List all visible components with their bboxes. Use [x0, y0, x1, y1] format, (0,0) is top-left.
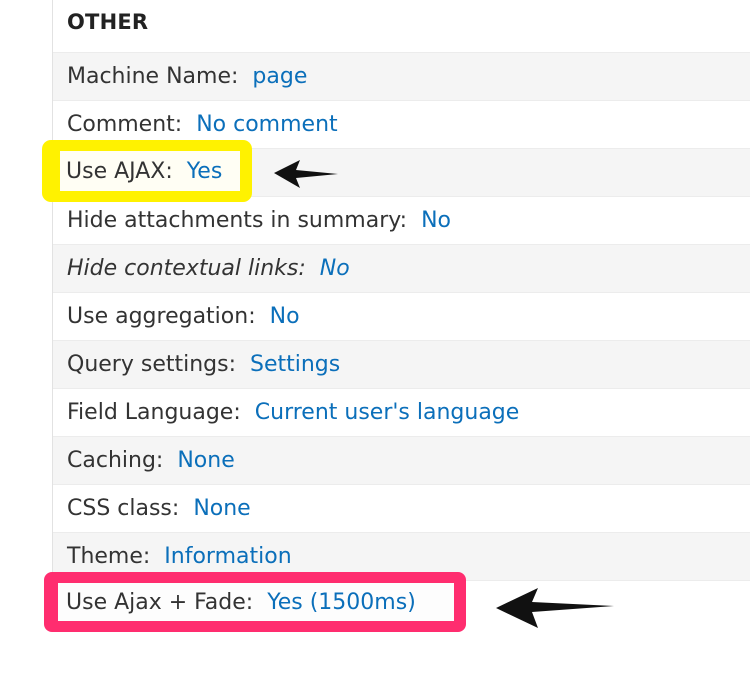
setting-row-hide-attachments: Hide attachments in summary: No: [53, 196, 750, 244]
setting-value-link[interactable]: No comment: [196, 112, 337, 137]
setting-value-link[interactable]: Settings: [250, 352, 340, 377]
setting-label: Field Language:: [67, 400, 241, 425]
setting-row-css-class: CSS class: None: [53, 484, 750, 532]
setting-label: Use aggregation:: [67, 304, 256, 329]
setting-label: Hide attachments in summary:: [67, 208, 408, 233]
setting-value-link[interactable]: No: [320, 256, 350, 281]
setting-value-link[interactable]: Information: [164, 544, 291, 569]
setting-row-hide-contextual-links: Hide contextual links: No: [53, 244, 750, 292]
setting-label: Use Ajax + Fade:: [66, 589, 254, 615]
highlighted-setting-use-ajax: Use AJAX: Yes: [66, 151, 222, 191]
setting-value-link[interactable]: No: [421, 208, 451, 233]
setting-label: Hide contextual links:: [67, 256, 306, 281]
setting-label: Comment:: [67, 112, 183, 137]
setting-row-field-language: Field Language: Current user's language: [53, 388, 750, 436]
setting-label: Machine Name:: [67, 64, 239, 89]
setting-label: Theme:: [67, 544, 151, 569]
left-arrow-icon: [274, 160, 338, 188]
setting-row-use-aggregation: Use aggregation: No: [53, 292, 750, 340]
setting-value-link[interactable]: None: [177, 448, 234, 473]
left-arrow-icon: [496, 588, 614, 628]
setting-label: Use AJAX:: [66, 158, 173, 184]
setting-label: CSS class:: [67, 496, 180, 521]
setting-value-link[interactable]: Yes: [187, 159, 223, 184]
setting-row-caching: Caching: None: [53, 436, 750, 484]
section-title: OTHER: [67, 10, 149, 34]
setting-value-link[interactable]: No: [270, 304, 300, 329]
setting-row-machine-name: Machine Name: page: [53, 52, 750, 100]
views-other-settings-panel: OTHER Machine Name: page Comment: No com…: [52, 0, 750, 628]
setting-value-link[interactable]: Current user's language: [255, 400, 520, 425]
highlighted-setting-use-ajax-fade: Use Ajax + Fade: Yes (1500ms): [66, 583, 416, 621]
setting-label: Query settings:: [67, 352, 236, 377]
setting-value-link[interactable]: page: [252, 64, 307, 89]
setting-label: Caching:: [67, 448, 164, 473]
setting-value-link[interactable]: None: [193, 496, 250, 521]
setting-row-query-settings: Query settings: Settings: [53, 340, 750, 388]
setting-value-link[interactable]: Yes (1500ms): [267, 590, 416, 615]
